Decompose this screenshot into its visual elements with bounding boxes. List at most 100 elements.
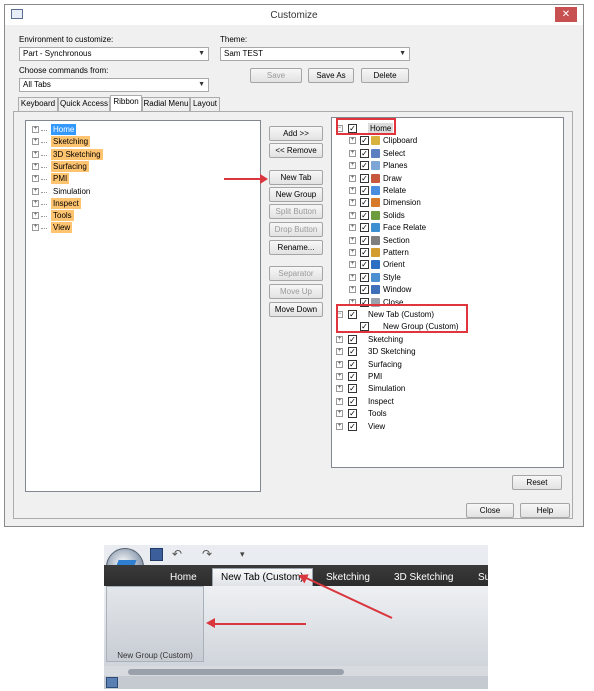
ribbon-tab-sketching[interactable]: Sketching <box>326 569 370 586</box>
env-select[interactable]: Part - Synchronous ▼ <box>19 47 209 61</box>
expand-icon[interactable]: + <box>32 150 39 158</box>
move-up-button[interactable]: Move Up <box>269 284 323 299</box>
checkbox[interactable]: ✓ <box>360 272 369 282</box>
list-item[interactable]: + PMI <box>30 173 230 185</box>
checkbox[interactable]: ✓ <box>348 347 357 357</box>
expand-icon[interactable]: + <box>32 162 39 170</box>
list-item[interactable]: + View <box>30 222 230 234</box>
list-item[interactable]: + Surfacing <box>30 160 230 173</box>
tree-item-group[interactable]: + ✓ Draw <box>332 173 557 185</box>
list-item[interactable]: +3D Sketching <box>30 148 230 161</box>
tree-item-tab[interactable]: + ✓ 3D Sketching <box>332 346 557 358</box>
tree-item-group[interactable]: + ✓ Planes <box>332 160 557 172</box>
expand-icon[interactable]: + <box>349 224 356 232</box>
available-commands-tree[interactable]: + Home + Sketching +3D Sketching + Surfacing + P… <box>25 120 261 492</box>
checkbox[interactable]: ✓ <box>360 210 369 220</box>
close-window-button[interactable]: ✕ <box>555 7 577 22</box>
expand-icon[interactable]: + <box>32 175 39 183</box>
expand-icon[interactable]: + <box>32 212 39 220</box>
expand-icon[interactable]: + <box>32 138 39 146</box>
expand-icon[interactable]: + <box>32 187 39 195</box>
expand-icon[interactable]: + <box>349 174 356 182</box>
expand-icon[interactable]: + <box>349 162 356 170</box>
checkbox[interactable]: ✓ <box>360 235 369 245</box>
checkbox[interactable]: ✓ <box>360 198 369 208</box>
expand-icon[interactable]: + <box>349 187 356 194</box>
reset-button[interactable]: Reset <box>512 475 562 490</box>
list-item[interactable]: + Sketching <box>30 136 230 148</box>
expand-icon[interactable]: + <box>349 199 356 207</box>
drop-button-button[interactable]: Drop Button <box>269 222 323 237</box>
undo-icon[interactable]: ↶ <box>172 547 182 561</box>
expand-icon[interactable]: + <box>349 236 356 244</box>
tab-ribbon[interactable]: Ribbon <box>110 95 142 111</box>
list-item[interactable]: + Simulation <box>30 186 230 198</box>
theme-select[interactable]: Sam TEST ▼ <box>220 47 410 61</box>
tab-keyboard[interactable]: Keyboard <box>18 97 58 111</box>
tree-item-group[interactable]: + ✓ Dimension <box>332 197 557 209</box>
expand-icon[interactable]: + <box>336 410 343 418</box>
remove-button[interactable]: << Remove <box>269 143 323 158</box>
expand-icon[interactable]: + <box>32 199 39 207</box>
checkbox[interactable]: ✓ <box>348 421 357 431</box>
checkbox[interactable]: ✓ <box>348 334 357 344</box>
expand-icon[interactable]: + <box>349 137 356 145</box>
save-icon[interactable] <box>150 548 163 561</box>
tree-item-tab[interactable]: + ✓ Inspect <box>332 396 557 408</box>
new-group-button[interactable]: New Group <box>269 187 323 202</box>
choose-select[interactable]: All Tabs ▼ <box>19 78 209 92</box>
checkbox[interactable]: ✓ <box>348 372 357 381</box>
tree-item-group[interactable]: + ✓ Clipboard <box>332 135 557 147</box>
close-button[interactable]: Close <box>466 503 514 518</box>
expand-icon[interactable]: + <box>349 211 356 219</box>
tree-item-group[interactable]: + ✓ Orient <box>332 259 557 271</box>
rename-button[interactable]: Rename... <box>269 240 323 255</box>
move-down-button[interactable]: Move Down <box>269 302 323 317</box>
delete-button[interactable]: Delete <box>361 68 409 83</box>
expand-icon[interactable]: + <box>336 397 343 405</box>
tree-item-group[interactable]: + ✓ Solids <box>332 210 557 222</box>
list-item[interactable]: + Inspect <box>30 197 230 210</box>
redo-icon[interactable]: ↷ <box>202 547 212 561</box>
tab-layout[interactable]: Layout <box>190 97 220 111</box>
tree-item-group[interactable]: + ✓ Face Relate <box>332 222 557 234</box>
expand-icon[interactable]: + <box>349 249 356 256</box>
checkbox[interactable]: ✓ <box>360 223 369 233</box>
ribbon-layout-tree[interactable]: − ✓ Home + ✓ Clipboard + ✓ Select + ✓ Planes + ✓ Draw +… <box>331 117 564 468</box>
expand-icon[interactable]: + <box>336 422 343 430</box>
separator-button[interactable]: Separator <box>269 266 323 281</box>
checkbox[interactable]: ✓ <box>348 396 357 406</box>
tree-item-group[interactable]: + ✓ Relate <box>332 185 557 197</box>
save-button[interactable]: Save <box>250 68 302 83</box>
expand-icon[interactable]: + <box>349 273 356 281</box>
checkbox[interactable]: ✓ <box>360 285 369 295</box>
expand-icon[interactable]: + <box>32 126 39 133</box>
ribbon-tab-surfacing[interactable]: Su <box>478 569 488 586</box>
expand-icon[interactable]: + <box>349 261 356 269</box>
horizontal-scrollbar[interactable] <box>128 669 344 675</box>
tree-item-group[interactable]: + ✓ Window <box>332 284 557 296</box>
checkbox[interactable]: ✓ <box>360 173 369 183</box>
expand-icon[interactable]: + <box>32 224 39 232</box>
help-button[interactable]: Help <box>520 503 570 518</box>
new-tab-button[interactable]: New Tab <box>269 170 323 185</box>
checkbox[interactable]: ✓ <box>360 161 369 171</box>
tree-item-tab[interactable]: + ✓ Sketching <box>332 334 557 346</box>
qat-menu-icon[interactable]: ▾ <box>240 549 245 560</box>
expand-icon[interactable]: + <box>349 286 356 294</box>
tree-item-group[interactable]: + ✓ Style <box>332 272 557 284</box>
tree-item-tab[interactable]: + ✓ Simulation <box>332 383 557 395</box>
tree-item-tab[interactable]: + ✓ PMI <box>332 371 557 383</box>
tree-item-tab[interactable]: + ✓ View <box>332 421 557 433</box>
list-item[interactable]: + Tools <box>30 210 230 222</box>
tab-radial-menu[interactable]: Radial Menu <box>142 97 190 111</box>
expand-icon[interactable]: + <box>349 149 356 157</box>
checkbox[interactable]: ✓ <box>348 384 357 394</box>
tree-item-tab[interactable]: + ✓ Tools <box>332 408 557 420</box>
checkbox[interactable]: ✓ <box>360 186 369 195</box>
checkbox[interactable]: ✓ <box>360 260 369 270</box>
expand-icon[interactable]: + <box>336 348 343 356</box>
ribbon-group-new-group[interactable]: New Group (Custom) <box>106 586 204 662</box>
checkbox[interactable]: ✓ <box>360 136 369 146</box>
ribbon-tab-3d-sketching[interactable]: 3D Sketching <box>394 569 453 586</box>
